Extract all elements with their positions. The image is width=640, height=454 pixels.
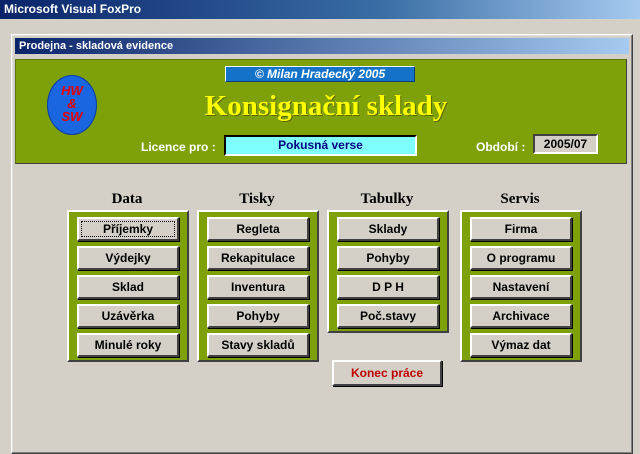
pohyby-print-button[interactable]: Pohyby	[207, 304, 309, 328]
form-window: Prodejna - skladová evidence © Milan Hra…	[11, 34, 633, 454]
header-panel: © Milan Hradecký 2005 HW & SW Konsignačn…	[15, 59, 627, 164]
app-title-bar: Microsoft Visual FoxPro	[0, 0, 640, 19]
minule-roky-button[interactable]: Minulé roky	[77, 333, 179, 357]
data-group: Příjemky Výdejky Sklad Uzávěrka Minulé r…	[67, 210, 189, 362]
section-title-tisky: Tisky	[239, 191, 275, 207]
section-title-servis: Servis	[500, 191, 540, 207]
inventura-button[interactable]: Inventura	[207, 275, 309, 299]
poc-stavy-button[interactable]: Poč.stavy	[337, 304, 439, 328]
konec-prace-button[interactable]: Konec práce	[332, 360, 442, 386]
regleta-button[interactable]: Regleta	[207, 217, 309, 241]
vymaz-dat-button[interactable]: Výmaz dat	[470, 333, 572, 357]
licence-value: Pokusná verse	[224, 135, 417, 156]
sklad-button[interactable]: Sklad	[77, 275, 179, 299]
period-value: 2005/07	[533, 134, 598, 154]
app-client-area: Prodejna - skladová evidence © Milan Hra…	[0, 19, 640, 454]
prijemky-button[interactable]: Příjemky	[77, 217, 179, 241]
logo-line-3: SW	[61, 109, 83, 124]
tisky-group: Regleta Rekapitulace Inventura Pohyby St…	[197, 210, 319, 362]
copyright-label: © Milan Hradecký 2005	[225, 66, 415, 82]
vydejky-button[interactable]: Výdejky	[77, 246, 179, 270]
tabulky-group: Sklady Pohyby D P H Poč.stavy	[327, 210, 449, 333]
dph-button[interactable]: D P H	[337, 275, 439, 299]
section-title-tabulky: Tabulky	[360, 191, 414, 207]
nastaveni-button[interactable]: Nastavení	[470, 275, 572, 299]
page-title: Konsignační sklady	[204, 90, 448, 122]
firma-button[interactable]: Firma	[470, 217, 572, 241]
pohyby-table-button[interactable]: Pohyby	[337, 246, 439, 270]
servis-group: Firma O programu Nastavení Archivace Vým…	[460, 210, 582, 362]
hw-sw-logo-icon: HW & SW	[47, 75, 97, 135]
uzaverka-button[interactable]: Uzávěrka	[77, 304, 179, 328]
sklady-button[interactable]: Sklady	[337, 217, 439, 241]
licence-label: Licence pro :	[141, 140, 216, 154]
rekapitulace-button[interactable]: Rekapitulace	[207, 246, 309, 270]
app-title: Microsoft Visual FoxPro	[4, 2, 142, 16]
archivace-button[interactable]: Archivace	[470, 304, 572, 328]
form-title: Prodejna - skladová evidence	[19, 40, 174, 52]
o-programu-button[interactable]: O programu	[470, 246, 572, 270]
period-label: Období :	[476, 140, 526, 154]
form-title-bar[interactable]: Prodejna - skladová evidence	[15, 38, 629, 54]
stavy-skladu-button[interactable]: Stavy skladů	[207, 333, 309, 357]
section-title-data: Data	[111, 191, 143, 207]
